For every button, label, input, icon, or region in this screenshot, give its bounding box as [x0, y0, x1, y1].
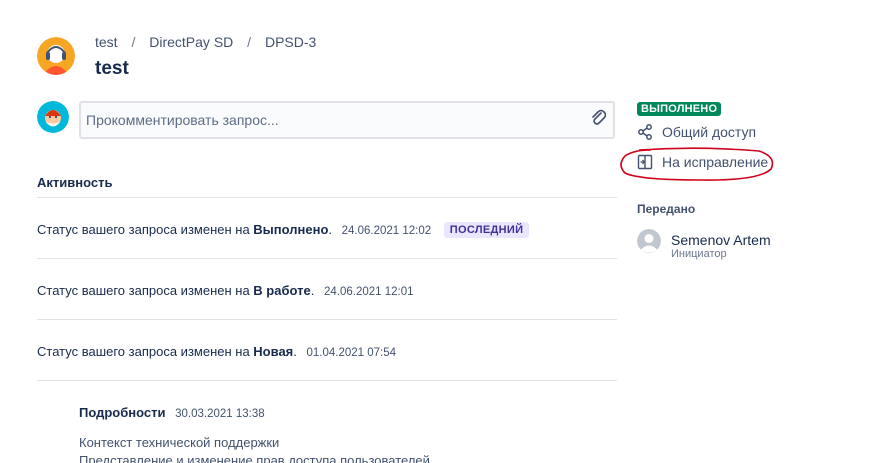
activity-event-timestamp: 01.04.2021 07:54 [306, 347, 397, 359]
divider [37, 319, 617, 320]
assignee-role: Инициатор [671, 248, 727, 260]
share-label: Общий доступ [662, 124, 757, 140]
transition-icon [637, 154, 653, 170]
details-line: Представление и изменение прав доступа п… [79, 453, 430, 463]
transferred-label: Передано [637, 202, 696, 216]
activity-title: Активность [37, 175, 113, 190]
activity-event-status: Новая [253, 344, 294, 359]
activity-event-status: Выполнено [253, 222, 329, 237]
details-line: Контекст технической поддержки [79, 435, 280, 450]
breadcrumb: test / DirectPay SD / DPSD-3 [95, 34, 316, 50]
comment-input[interactable] [79, 101, 615, 139]
latest-badge: ПОСЛЕДНИЙ [443, 222, 530, 238]
breadcrumb-item-portal[interactable]: test [95, 34, 118, 50]
divider [37, 197, 617, 198]
activity-event-dot: . [293, 344, 297, 359]
divider [37, 258, 617, 259]
activity-event: Статус вашего запроса изменен на Новая. … [37, 344, 396, 359]
details-timestamp: 30.03.2021 13:38 [175, 408, 265, 420]
breadcrumb-item-issue[interactable]: DPSD-3 [265, 34, 316, 50]
project-avatar[interactable] [37, 37, 75, 75]
assignee-avatar [637, 229, 661, 253]
divider [37, 380, 617, 381]
activity-event-dot: . [310, 283, 315, 298]
request-page: test / DirectPay SD / DPSD-3 test Активн… [0, 0, 891, 463]
user-avatar-icon [37, 101, 69, 133]
user-avatar [37, 101, 69, 133]
project-avatar-icon [37, 37, 75, 75]
activity-event-text: Статус вашего запроса изменен на [37, 344, 254, 359]
breadcrumb-separator: / [247, 34, 252, 50]
default-avatar-icon [637, 229, 661, 253]
reopen-label: На исправление [662, 154, 769, 170]
details-title: Подробности [79, 405, 166, 420]
activity-event-timestamp: 24.06.2021 12:02 [341, 225, 432, 237]
activity-event-text: Статус вашего запроса изменен на [37, 283, 254, 298]
assignee-name[interactable]: Semenov Artem [671, 232, 771, 248]
details-header: Подробности 30.03.2021 13:38 [79, 405, 265, 420]
activity-event: Статус вашего запроса изменен на В работ… [37, 283, 414, 298]
activity-event: Статус вашего запроса изменен на Выполне… [37, 222, 530, 238]
activity-event-dot: . [328, 222, 333, 237]
share-button[interactable]: Общий доступ [637, 124, 756, 140]
breadcrumb-item-project[interactable]: DirectPay SD [149, 34, 233, 50]
reopen-button[interactable]: На исправление [637, 154, 768, 170]
activity-event-status: В работе [253, 283, 311, 298]
status-badge: ВЫПОЛНЕНО [637, 102, 722, 116]
share-icon [638, 124, 652, 140]
page-title: test [95, 58, 129, 79]
breadcrumb-separator: / [131, 34, 136, 50]
paperclip-icon[interactable] [590, 109, 606, 127]
activity-event-timestamp: 24.06.2021 12:01 [323, 286, 414, 298]
activity-event-text: Статус вашего запроса изменен на [37, 222, 254, 237]
